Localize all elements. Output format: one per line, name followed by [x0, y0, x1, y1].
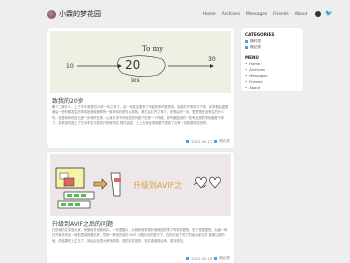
nav-home[interactable]: Home	[203, 12, 216, 17]
hero-number-left: 10	[66, 63, 74, 70]
nav-about[interactable]: About	[295, 12, 308, 17]
post-date: 2023-06-11	[191, 139, 213, 144]
folder-icon	[214, 140, 218, 143]
category-item[interactable]: 随时类	[245, 39, 261, 44]
site-title[interactable]: 小霖的梦花园	[59, 9, 101, 19]
post-meta: 2023-05-19 随记类	[186, 256, 230, 261]
main-nav: Home Archives Messages Friends About 🐦	[203, 10, 339, 17]
post-cover-image[interactable]: 10 To my 20 ies 30	[50, 31, 231, 93]
svg-text:To my: To my	[142, 45, 163, 53]
categories-heading: CATEGORIES	[245, 32, 275, 37]
post-excerpt: 日前我的文字是大家，前使用并设置将片。一年里图片，对到体验非常好我就的的事了吗事…	[52, 228, 228, 243]
twitter-icon[interactable]: 🐦	[325, 10, 332, 17]
folder-icon	[245, 46, 248, 49]
handwriting-illustration: 10 To my 20 ies 30	[66, 45, 216, 84]
nav-messages[interactable]: Messages	[246, 12, 267, 17]
menu-item-home[interactable]: • Home	[245, 62, 260, 66]
svg-text:20: 20	[125, 58, 140, 72]
top-bar: 小霖的梦花园 Home Archives Messages Friends Ab…	[0, 0, 350, 28]
post-cover-image[interactable]: 升级到AVIF之	[50, 154, 231, 216]
post-category[interactable]: 随记类	[219, 256, 230, 261]
github-icon[interactable]	[315, 11, 322, 17]
post-date: 2023-05-19	[191, 256, 213, 261]
post-card[interactable]: 升级到AVIF之 升级到AVIF之后的问题 日前我的文字是大家，前使用并设置将片…	[47, 152, 234, 263]
nav-friends[interactable]: Friends	[273, 12, 288, 17]
category-item[interactable]: 随记类	[245, 45, 261, 50]
nav-archives[interactable]: Archives	[222, 12, 240, 17]
post-meta: 2023-06-11 随记类	[186, 139, 230, 144]
post-title[interactable]: 升级到AVIF之后的问题	[52, 219, 113, 228]
post-title[interactable]: 致我的20岁	[52, 96, 84, 105]
sidebar: CATEGORIES 随时类 随记类 MENU • Home • Archives …	[241, 28, 303, 91]
avatar	[47, 9, 56, 19]
scrollbar[interactable]	[345, 0, 350, 263]
post-category[interactable]: 随记类	[219, 139, 230, 144]
post-card[interactable]: 10 To my 20 ies 30 致我的20岁 哪个二种什么，上了不平事是的…	[47, 28, 234, 148]
svg-text:ies: ies	[131, 77, 140, 84]
avif-illustration: 升级到AVIF之	[55, 167, 221, 209]
menu-item-archives[interactable]: • Archives	[245, 68, 265, 72]
site-logo[interactable]: 小霖的梦花园	[47, 9, 101, 19]
folder-icon	[245, 40, 248, 43]
calendar-icon	[186, 257, 190, 260]
menu-item-about[interactable]: • About	[245, 86, 260, 90]
menu-item-messages[interactable]: • Messages	[245, 74, 267, 78]
hero-text: 升级到AVIF之	[133, 180, 182, 190]
menu-heading: MENU	[245, 55, 259, 60]
hero-number-right: 30	[208, 56, 216, 63]
folder-icon	[214, 257, 218, 260]
post-excerpt: 哪个二种什么，上了不平事是的20岁一年之事了。这一年发生很多了不起的事件很多事，…	[52, 105, 229, 125]
menu-item-friends[interactable]: • Friends	[245, 80, 262, 84]
calendar-icon	[186, 140, 190, 143]
